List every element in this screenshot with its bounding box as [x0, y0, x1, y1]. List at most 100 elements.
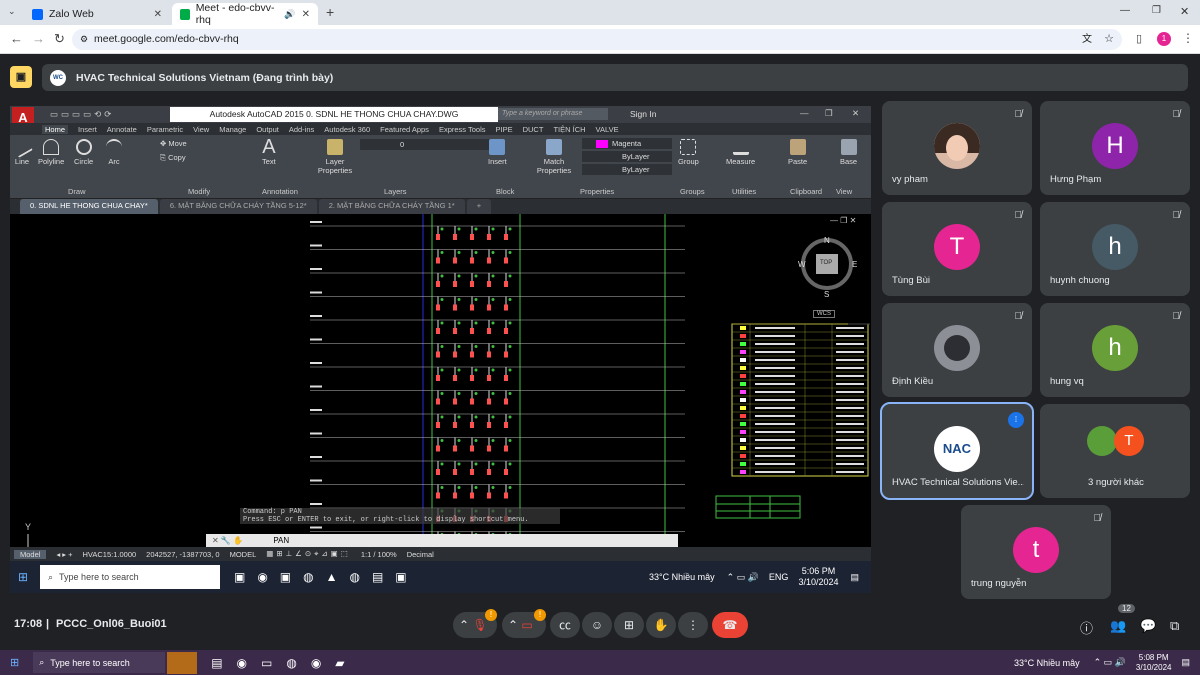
close-tab-icon[interactable]: ✕ — [154, 9, 162, 20]
url-input[interactable]: ⚙ meet.google.com/edo-cbvv-rhq 文 ☆ — [72, 29, 1122, 50]
group-label-draw[interactable]: Draw — [68, 187, 86, 196]
ribbon-tab[interactable]: Autodesk 360 — [324, 125, 370, 134]
participant-tile[interactable]: 🎙̸ T Tùng Bùi — [882, 202, 1032, 296]
os-search-box[interactable]: ⌕ Type here to search — [33, 652, 166, 673]
autocad-search-input[interactable]: Type a keyword or phrase — [498, 108, 608, 120]
present-button[interactable]: ⊞ — [614, 612, 644, 638]
tab-meet[interactable]: Meet - edo-cbvv-rhq 🔊 ✕ — [172, 2, 318, 26]
compass-west[interactable]: W — [798, 260, 806, 269]
info-icon[interactable]: ⓘ — [1080, 618, 1093, 637]
os-pinned-apps[interactable]: ▤◉▭◍◉▰ — [211, 656, 358, 670]
model-space-toggle[interactable]: MODEL — [230, 550, 257, 559]
autocad-close-icon[interactable]: ✕ — [852, 108, 859, 119]
participant-tile[interactable]: 🎙̸ vy pham — [882, 101, 1032, 195]
ribbon-tab[interactable]: TIỆN ÍCH — [553, 125, 585, 134]
paste-button[interactable]: Paste — [788, 139, 807, 166]
ribbon-tab[interactable]: VALVE — [596, 125, 619, 134]
line-button[interactable]: Line — [11, 136, 33, 166]
group-label-groups[interactable]: Groups — [680, 187, 705, 196]
layout-tabs-nav[interactable]: ◂ ▸ + — [56, 550, 72, 559]
measure-button[interactable]: Measure — [726, 139, 755, 166]
inner-lang[interactable]: ENG — [769, 572, 789, 582]
ribbon-tab[interactable]: DUCT — [523, 125, 544, 134]
ribbon-tab[interactable]: Featured Apps — [380, 125, 429, 134]
menu-kebab-icon[interactable]: ⋮ — [1182, 31, 1194, 45]
color-dropdown[interactable]: Magenta — [582, 138, 672, 149]
command-close-icon[interactable]: ✕ 🔧 ✋ — [212, 536, 243, 545]
people-icon[interactable]: 👥 — [1110, 618, 1126, 634]
side-panel-icon[interactable]: ▯ — [1136, 32, 1142, 45]
inner-search-box[interactable]: ⌕ Type here to search — [40, 565, 220, 589]
new-tab-icon[interactable]: + — [326, 4, 334, 20]
drafting-toggles[interactable]: ▦⊞⊥∠⊙⌖⊿▣⬚ — [266, 549, 351, 559]
viewcube-top-face[interactable]: TOP — [820, 260, 832, 266]
more-options-button[interactable]: ⋮ — [678, 612, 708, 638]
units-menu[interactable]: Decimal — [407, 550, 434, 559]
notification-icon[interactable]: ▤ — [850, 572, 859, 583]
lineweight-dropdown[interactable]: ByLayer — [582, 164, 672, 175]
match-properties-button[interactable]: Match Properties — [534, 139, 574, 175]
group-label-properties[interactable]: Properties — [580, 187, 614, 196]
os-tray-icons[interactable]: ⌃ ▭ 🔊 — [1094, 657, 1126, 668]
captions-button[interactable]: ㏄ — [550, 612, 580, 638]
close-window-icon[interactable]: ✕ — [1180, 5, 1189, 18]
reload-icon[interactable]: ↻ — [54, 31, 65, 47]
participant-tile[interactable]: 🎙̸ h huynh chuong — [1040, 202, 1190, 296]
bookmark-star-icon[interactable]: ☆ — [1104, 29, 1114, 50]
linetype-dropdown[interactable]: ByLayer — [582, 151, 672, 162]
doc-tab[interactable]: 2. MẶT BẰNG CHỮA CHÁY TẦNG 1* — [318, 199, 465, 214]
raise-hand-button[interactable]: ✋ — [646, 612, 676, 638]
text-button[interactable]: A Text — [262, 137, 276, 166]
tray-icons[interactable]: ⌃ ▭ 🔊 — [727, 572, 759, 583]
inner-clock[interactable]: 5:06 PM 3/10/2024 — [798, 566, 838, 588]
ribbon-tab[interactable]: Manage — [219, 125, 246, 134]
autocad-minimize-icon[interactable]: — — [800, 108, 809, 118]
participant-tile-presenter[interactable]: ⁞ NAC HVAC Technical Solutions Vie... — [880, 402, 1034, 500]
group-label-view[interactable]: View — [836, 187, 852, 196]
maximize-icon[interactable]: ❐ — [1152, 5, 1161, 16]
os-weather[interactable]: 33°C Nhiều mây — [1014, 658, 1080, 668]
autocad-restore-icon[interactable]: ❐ — [825, 108, 833, 119]
start-icon[interactable]: ⊞ — [18, 570, 28, 584]
tab-search-icon[interactable]: ⌄ — [8, 6, 16, 17]
participant-tile[interactable]: 🎙̸ t trung nguyễn — [961, 505, 1111, 599]
group-label-modify[interactable]: Modify — [188, 187, 210, 196]
group-label-utilities[interactable]: Utilities — [732, 187, 756, 196]
group-label-block[interactable]: Block — [496, 187, 514, 196]
group-label-layers[interactable]: Layers — [384, 187, 407, 196]
participant-tile[interactable]: 🎙̸ Định Kiều — [882, 303, 1032, 397]
ribbon-tab[interactable]: Express Tools — [439, 125, 486, 134]
pinned-apps[interactable]: ▣◉▣◍▲◍▤▣ — [234, 570, 419, 584]
layer-dropdown[interactable]: 0 — [360, 139, 490, 150]
site-info-icon[interactable]: ⚙ — [80, 29, 88, 50]
ribbon-tab[interactable]: PIPE — [496, 125, 513, 134]
compass-east[interactable]: E — [852, 260, 857, 269]
inner-weather[interactable]: 33°C Nhiều mây — [649, 572, 715, 582]
back-icon[interactable]: ← — [10, 31, 23, 46]
sign-in-button[interactable]: Sign In — [630, 109, 656, 119]
command-line[interactable]: Command: p PAN Press ESC or ENTER to exi… — [240, 508, 560, 531]
doc-tab[interactable]: 0. SDNL HE THONG CHUA CHAY* — [20, 199, 158, 214]
drawing-canvas[interactable]: N S E W TOP WCS Y — ❐ ✕ — [10, 214, 871, 547]
ribbon-tab[interactable]: Annotate — [107, 125, 137, 134]
layer-properties-button[interactable]: Layer Properties — [315, 139, 355, 175]
ribbon-tab[interactable]: Output — [256, 125, 279, 134]
compass-south[interactable]: S — [824, 290, 829, 299]
activities-icon[interactable]: ⧉ — [1170, 618, 1179, 634]
ribbon-tab[interactable]: Add-ins — [289, 125, 314, 134]
copy-button[interactable]: ⎘ Copy — [160, 153, 186, 163]
group-button[interactable]: Group — [678, 139, 699, 166]
move-button[interactable]: ✥ Move — [160, 139, 187, 148]
audio-playing-icon[interactable]: 🔊 — [284, 9, 295, 20]
insert-button[interactable]: Insert — [488, 139, 507, 166]
others-tile[interactable]: T 3 người khác — [1040, 404, 1190, 498]
ribbon-tab[interactable]: Parametric — [147, 125, 183, 134]
arc-button[interactable]: Arc — [106, 139, 122, 166]
ribbon-tab[interactable]: Insert — [78, 125, 97, 134]
leave-call-button[interactable]: ☎ — [712, 612, 748, 638]
chat-icon[interactable]: 💬 — [1140, 618, 1156, 634]
zoom-scale[interactable]: 1:1 / 100% — [361, 550, 397, 559]
base-button[interactable]: Base — [840, 139, 857, 166]
tab-zalo[interactable]: Zalo Web ✕ — [24, 3, 170, 25]
group-label-annotation[interactable]: Annotation — [262, 187, 298, 196]
